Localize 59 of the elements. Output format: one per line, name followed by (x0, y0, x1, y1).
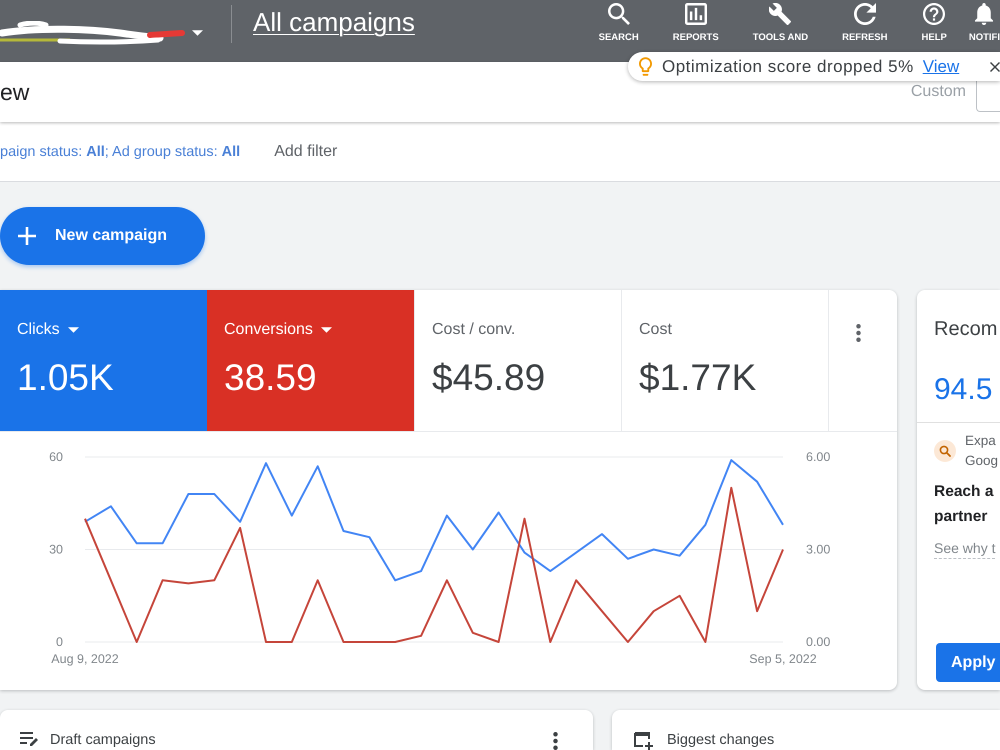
optimization-score: 94.5 (934, 372, 992, 408)
refresh-icon (854, 3, 876, 25)
recommendation-category: Expa Goog (965, 432, 998, 470)
metric-value: $1.77K (639, 356, 756, 400)
search-icon (934, 440, 956, 462)
bar-chart-icon (684, 3, 707, 25)
metric-label: Conversions (224, 321, 313, 339)
y2-axis-label: 6.00 (806, 450, 830, 464)
view-link[interactable]: View (922, 56, 960, 76)
search-icon (608, 3, 630, 25)
y-axis-label: 30 (49, 542, 63, 556)
help-button[interactable]: HELP (922, 3, 947, 43)
list-edit-icon (20, 732, 38, 746)
card-title: Biggest changes (667, 731, 774, 749)
x-axis-label: Aug 9, 2022 (51, 652, 119, 666)
more-options-icon[interactable] (856, 324, 860, 342)
refresh-button[interactable]: REFRESH (842, 3, 888, 43)
plus-icon (18, 227, 36, 245)
caret-icon[interactable] (192, 30, 203, 36)
bell-icon (973, 3, 996, 25)
status-filter[interactable]: paign status: All; Ad group status: All (0, 144, 240, 160)
date-preset-label: Custom (910, 83, 966, 101)
lightbulb-icon (639, 57, 652, 76)
add-filter-button[interactable]: Add filter (274, 142, 338, 160)
wrench-icon (769, 3, 792, 25)
x-axis-label: Sep 5, 2022 (749, 652, 817, 666)
page-title[interactable]: All campaigns (253, 5, 415, 39)
recommendation-headline: Reach a partner (934, 482, 994, 527)
calendar-plus-icon (634, 732, 654, 750)
notifications-button[interactable]: NOTIFI (968, 3, 1000, 43)
metric-tile[interactable]: Clicks 1.05K (0, 290, 207, 431)
metric-label: Cost / conv. (432, 321, 516, 339)
toast-message: Optimization score dropped 5% (662, 56, 914, 76)
metric-value: 1.05K (17, 356, 114, 400)
metric-label: Cost (639, 321, 672, 339)
search-button[interactable]: SEARCH (598, 3, 639, 43)
apply-button[interactable]: Apply (936, 643, 1000, 682)
metric-label: Clicks (17, 321, 60, 339)
y-axis-label: 60 (49, 450, 63, 464)
y2-axis-label: 0.00 (806, 635, 830, 649)
metric-tile[interactable]: Conversions 38.59 (207, 290, 414, 431)
metric-tile[interactable]: Cost / conv. $45.89 (414, 290, 621, 431)
help-icon (923, 3, 946, 25)
more-options-icon[interactable] (553, 732, 558, 750)
new-campaign-button[interactable]: New campaign (0, 207, 205, 265)
caret-icon[interactable] (320, 327, 332, 333)
card-title: Draft campaigns (50, 731, 156, 749)
caret-icon[interactable] (68, 327, 79, 333)
close-icon[interactable] (990, 62, 1000, 72)
y-axis-label: 0 (56, 635, 63, 649)
metric-value: $45.89 (432, 356, 546, 400)
reports-button[interactable]: REPORTS (672, 3, 719, 43)
card-title: Recom (934, 317, 998, 341)
tools-button[interactable]: TOOLS AND (752, 3, 808, 43)
y2-axis-label: 3.00 (806, 542, 830, 556)
see-why-link[interactable]: See why t (934, 539, 996, 559)
metric-value: 38.59 (224, 356, 317, 400)
metric-tile[interactable]: Cost $1.77K (621, 290, 828, 431)
page-heading: ew (0, 78, 30, 106)
